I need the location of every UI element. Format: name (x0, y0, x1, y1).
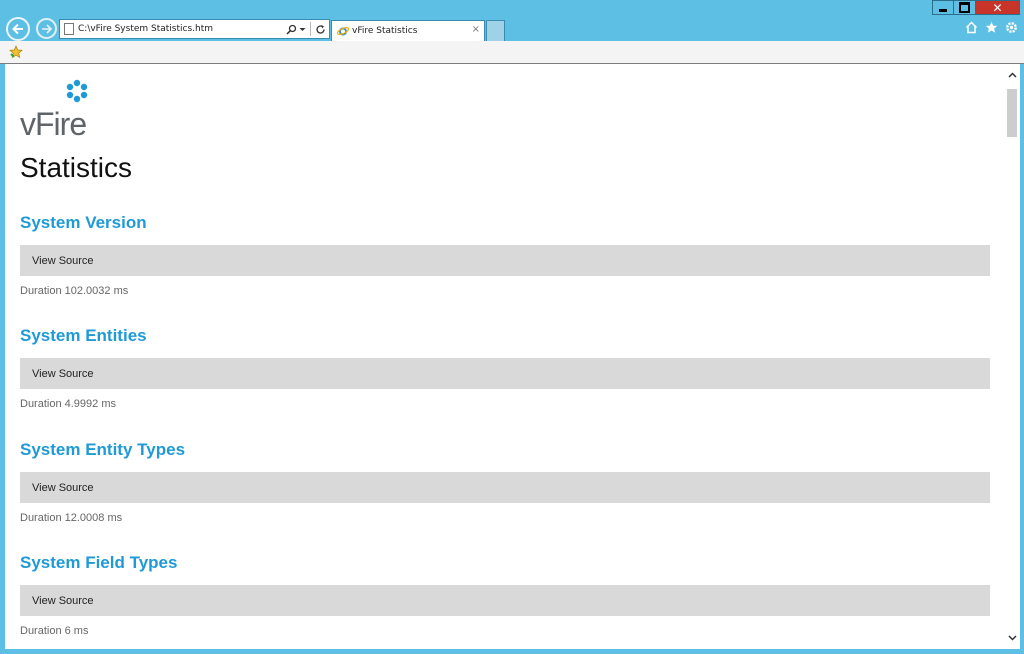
refresh-icon[interactable] (315, 24, 326, 35)
page-icon (64, 23, 74, 35)
page-viewport: vFire Statistics System Version View Sou… (5, 64, 1020, 649)
section-title: System Entities (20, 326, 147, 345)
section-title: System Entity Types (20, 440, 186, 459)
vertical-scrollbar[interactable] (1005, 64, 1020, 649)
section-system-entities: System Entities View Source Duration 4.9… (20, 323, 990, 410)
forward-button[interactable] (36, 18, 57, 39)
logo-dots-icon (66, 79, 88, 103)
favorites-bar (0, 41, 1024, 64)
duration-text: Duration 102.0032 ms (20, 285, 129, 297)
scroll-thumb[interactable] (1007, 89, 1017, 137)
scroll-down-icon[interactable] (1008, 635, 1017, 641)
maximize-button[interactable] (954, 0, 976, 15)
view-source-toggle[interactable]: View Source (20, 472, 990, 503)
view-source-toggle[interactable]: View Source (20, 358, 990, 389)
back-button[interactable] (6, 17, 30, 41)
divider (310, 22, 311, 36)
navigation-bar: C:\vFire System Statistics.htm vFire Sta… (0, 17, 1024, 41)
forward-arrow-icon (41, 23, 52, 34)
gear-icon[interactable] (1005, 21, 1018, 34)
home-icon[interactable] (965, 21, 978, 34)
minimize-icon (939, 8, 947, 12)
scroll-up-icon[interactable] (1008, 72, 1017, 78)
section-title: System Field Types (20, 553, 178, 572)
page-title: Statistics (20, 152, 133, 183)
new-tab-button[interactable] (486, 20, 505, 41)
tab-close-icon[interactable]: × (472, 24, 480, 35)
section-system-entity-types: System Entity Types View Source Duration… (20, 437, 990, 524)
view-source-toggle[interactable]: View Source (20, 245, 990, 276)
vfire-logo: vFire (20, 79, 100, 142)
address-text[interactable]: C:\vFire System Statistics.htm (78, 24, 213, 34)
section-system-field-types: System Field Types View Source Duration … (20, 550, 990, 637)
tab-title: vFire Statistics (352, 26, 418, 36)
chevron-down-icon[interactable] (299, 26, 306, 33)
view-source-label[interactable]: View Source (32, 595, 94, 607)
view-source-label[interactable]: View Source (32, 368, 94, 380)
duration-text: Duration 6 ms (20, 625, 89, 637)
close-window-button[interactable]: ✕ (976, 0, 1020, 15)
browser-tools (965, 21, 1018, 34)
window-caption-buttons: ✕ (932, 0, 1020, 15)
logo-text: vFire (20, 106, 87, 142)
section-title: System Version (20, 213, 147, 232)
view-source-label[interactable]: View Source (32, 255, 94, 267)
duration-text: Duration 12.0008 ms (20, 512, 123, 524)
address-tools (286, 22, 326, 36)
maximize-icon (959, 2, 970, 13)
view-source-label[interactable]: View Source (32, 482, 94, 494)
browser-window: ✕ C:\vFire System Statistics.htm vFire S… (0, 0, 1024, 654)
close-icon: ✕ (992, 0, 1003, 15)
add-favorites-icon[interactable] (9, 45, 23, 59)
search-icon[interactable] (286, 24, 297, 35)
back-arrow-icon (12, 23, 23, 35)
section-system-version: System Version View Source Duration 102.… (20, 210, 990, 297)
star-icon[interactable] (985, 21, 998, 34)
ie-page-icon (337, 26, 349, 36)
view-source-toggle[interactable]: View Source (20, 585, 990, 616)
minimize-button[interactable] (932, 0, 954, 15)
address-bar[interactable]: C:\vFire System Statistics.htm (59, 19, 330, 39)
tab-vfire-statistics[interactable]: vFire Statistics × (331, 20, 485, 41)
duration-text: Duration 4.9992 ms (20, 398, 116, 410)
